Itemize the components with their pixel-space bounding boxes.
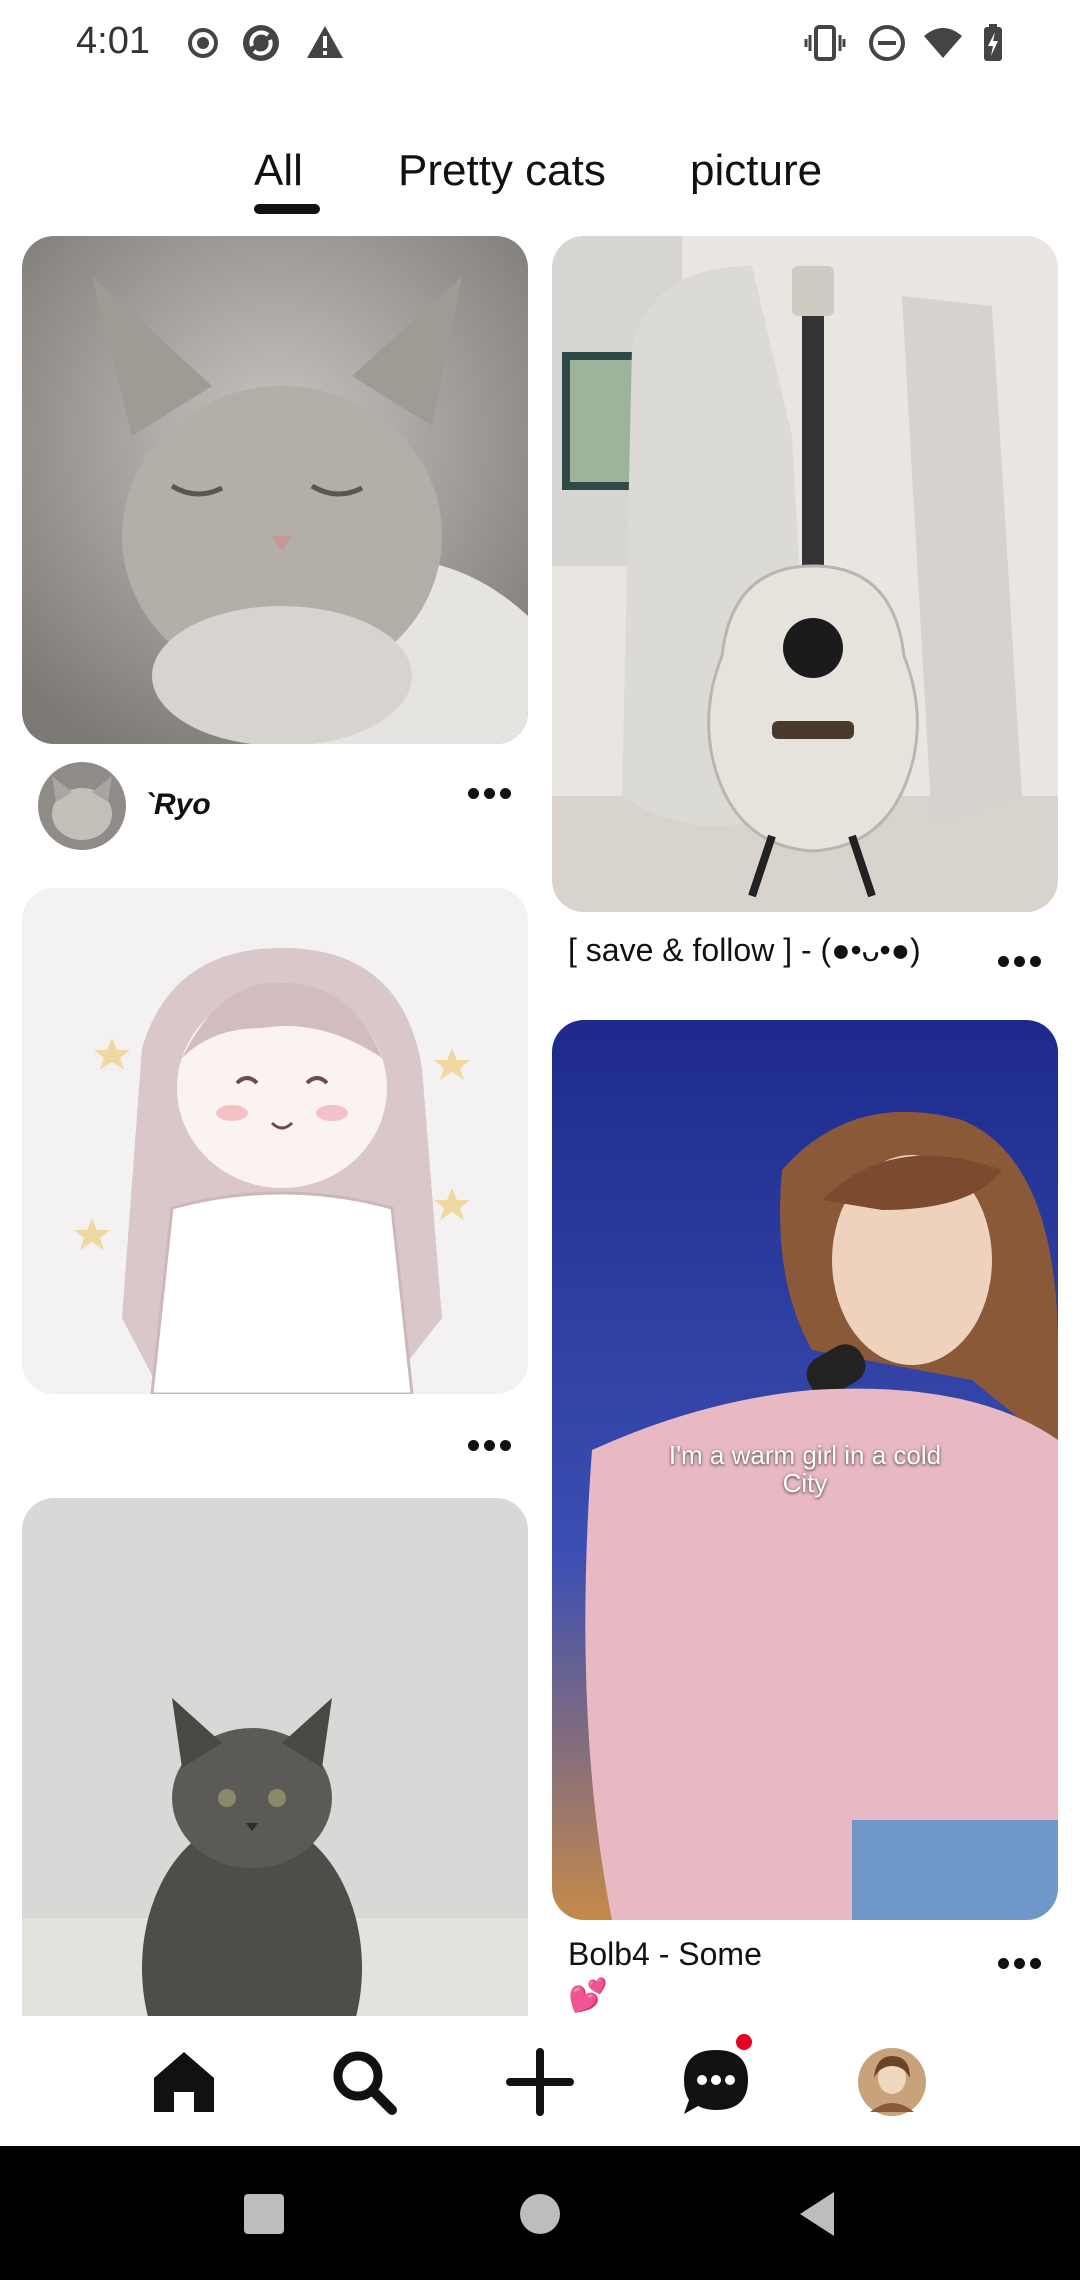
home-circle-icon[interactable] — [510, 2184, 570, 2244]
status-time: 4:01 — [76, 20, 150, 62]
battery-icon — [984, 24, 1002, 61]
more-options-icon[interactable] — [992, 946, 1048, 976]
author-avatar[interactable] — [38, 762, 126, 850]
warning-icon — [307, 26, 343, 58]
sync-icon — [243, 25, 279, 61]
video-subtitle-line1: I'm a warm girl in a cold — [668, 1440, 942, 1470]
pin-caption[interactable]: [ save & follow ] - (●•ᴗ•●) — [568, 932, 921, 969]
do-not-disturb-icon — [869, 25, 905, 61]
search-icon[interactable] — [324, 2042, 404, 2122]
back-triangle-icon[interactable] — [790, 2184, 850, 2244]
tab-picture[interactable]: picture — [690, 146, 822, 196]
pin-image-fluffy-kitten[interactable] — [22, 1498, 528, 2016]
board-tabs: All Pretty cats picture — [0, 140, 1080, 220]
tab-selected-indicator — [254, 204, 320, 214]
bottom-navigation — [0, 2016, 1080, 2146]
author-name[interactable]: `Ryo — [144, 788, 211, 822]
pin-image-anime-girl[interactable] — [22, 888, 528, 1394]
home-icon[interactable] — [144, 2042, 224, 2122]
more-options-icon[interactable] — [992, 1948, 1048, 1978]
status-bar: 4:01 — [0, 0, 1080, 86]
more-options-icon[interactable] — [462, 1430, 518, 1460]
vibrate-icon — [804, 25, 846, 61]
record-icon — [188, 28, 218, 58]
wifi-icon — [924, 28, 962, 58]
pin-caption[interactable]: Bolb4 - Some — [568, 1936, 762, 1973]
create-plus-icon[interactable] — [500, 2042, 580, 2122]
pin-image-sleeping-kitten[interactable] — [22, 236, 528, 744]
recents-square-icon[interactable] — [234, 2184, 294, 2244]
profile-avatar[interactable] — [852, 2042, 932, 2122]
tab-pretty-cats[interactable]: Pretty cats — [398, 146, 606, 196]
tab-all[interactable]: All — [254, 146, 303, 196]
system-navigation-bar — [0, 2146, 1080, 2280]
messages-icon[interactable] — [676, 2042, 756, 2122]
pin-feed[interactable]: `Ryo [save & follow] - (●•ᴗ•●) I'm a w… — [0, 236, 1080, 2016]
more-options-icon[interactable] — [462, 778, 518, 808]
video-subtitle-line2: City — [782, 1468, 828, 1498]
notification-badge — [736, 2034, 752, 2050]
pin-image-guitar[interactable] — [552, 236, 1058, 912]
pin-caption-emoji: 💕 — [568, 1977, 608, 2013]
